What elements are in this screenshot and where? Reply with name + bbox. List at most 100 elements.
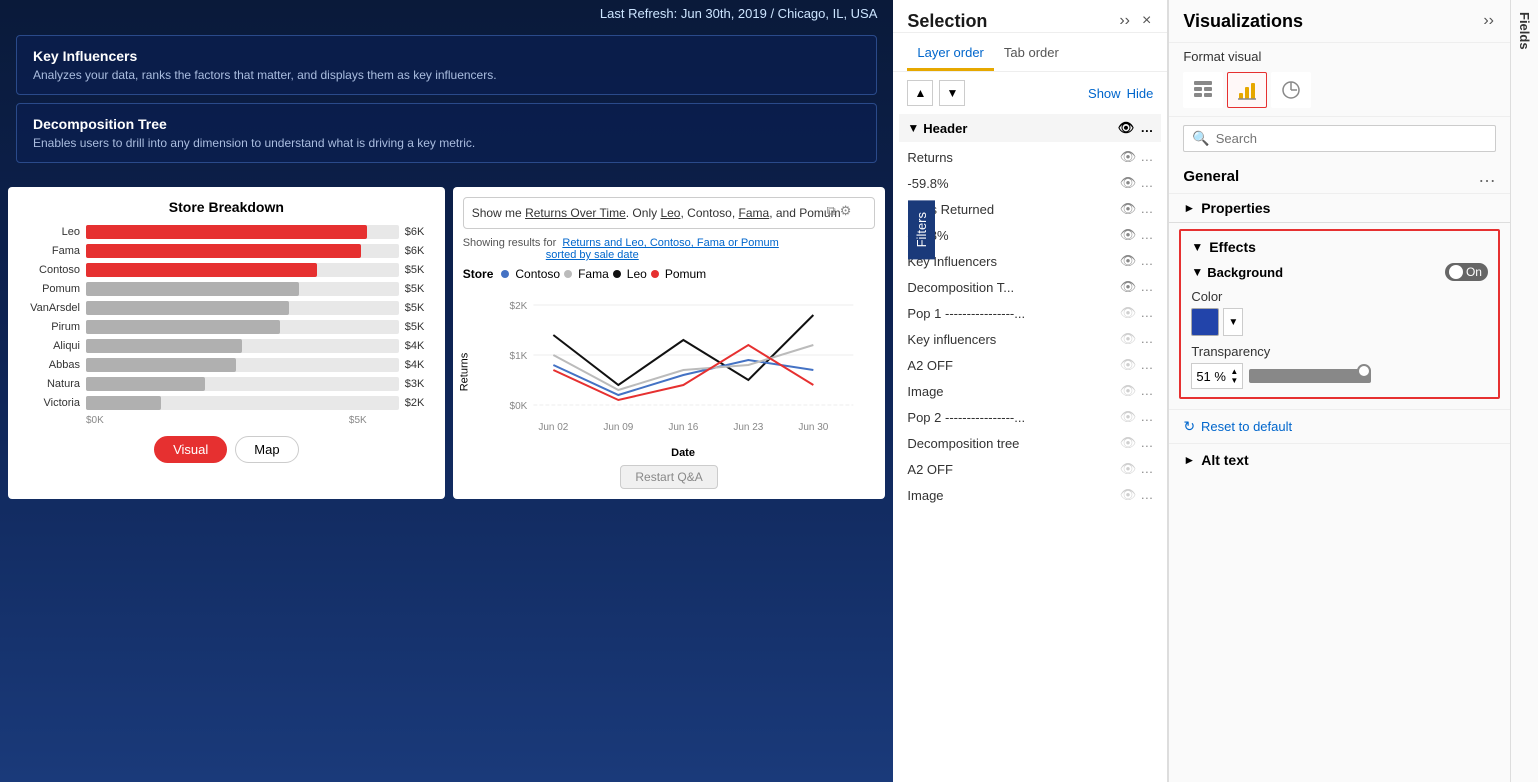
- layer-item[interactable]: Image 👁 …: [899, 378, 1161, 404]
- layer-eye-icon[interactable]: 👁: [1120, 487, 1137, 503]
- reset-to-default-button[interactable]: ↻ Reset to default: [1169, 409, 1510, 443]
- key-influencers-card[interactable]: Key Influencers Analyzes your data, rank…: [16, 35, 877, 95]
- properties-header[interactable]: ► Properties: [1183, 200, 1496, 216]
- qa-copy-icon[interactable]: ⧉: [826, 203, 835, 219]
- viz-icon-table[interactable]: [1183, 72, 1223, 108]
- viz-header: Visualizations ››: [1169, 0, 1510, 43]
- layer-more-icon[interactable]: …: [1140, 201, 1153, 217]
- header-eye-icon[interactable]: 👁: [1118, 120, 1135, 136]
- layer-item[interactable]: Key Influencers 👁 …: [899, 248, 1161, 274]
- layer-item[interactable]: Units Returned 👁 …: [899, 196, 1161, 222]
- legend-row: Store Contoso Fama Leo Pomum: [463, 267, 876, 281]
- tab-order-tab[interactable]: Tab order: [994, 37, 1069, 71]
- layer-eye-icon[interactable]: 👁: [1120, 149, 1137, 165]
- layer-eye-icon[interactable]: 👁: [1120, 227, 1137, 243]
- layer-icons: 👁 …: [1120, 435, 1154, 451]
- layer-item[interactable]: A2 OFF 👁 …: [899, 456, 1161, 482]
- bar-fill: [86, 320, 280, 334]
- qa-showing-link1[interactable]: Returns and Leo, Contoso, Fama or Pomum: [562, 237, 778, 249]
- bar-label: Abbas: [20, 359, 80, 371]
- layer-icons: 👁 …: [1120, 461, 1154, 477]
- qa-showing-link2[interactable]: sorted by sale date: [546, 249, 639, 261]
- layer-more-icon[interactable]: …: [1140, 253, 1153, 269]
- move-down-button[interactable]: ▼: [939, 80, 965, 106]
- layer-more-icon[interactable]: …: [1140, 279, 1153, 295]
- layer-item[interactable]: Pop 2 ----------------... 👁 …: [899, 404, 1161, 430]
- layer-order-tab[interactable]: Layer order: [907, 37, 993, 71]
- hide-button[interactable]: Hide: [1127, 86, 1154, 101]
- viz-panel: Visualizations ›› Format visual: [1168, 0, 1510, 782]
- layer-item[interactable]: Decomposition T... 👁 …: [899, 274, 1161, 300]
- layer-eye-icon[interactable]: 👁: [1120, 357, 1137, 373]
- layer-more-icon[interactable]: …: [1140, 409, 1153, 425]
- layer-eye-icon[interactable]: 👁: [1120, 409, 1137, 425]
- bar-label: VanArsdel: [20, 302, 80, 314]
- layer-item[interactable]: -59.8% 👁 …: [899, 222, 1161, 248]
- layer-item[interactable]: Decomposition tree 👁 …: [899, 430, 1161, 456]
- layer-item[interactable]: Key influencers 👁 …: [899, 326, 1161, 352]
- layer-more-icon[interactable]: …: [1140, 305, 1153, 321]
- search-input[interactable]: [1216, 131, 1487, 146]
- alt-text-header[interactable]: ► Alt text: [1183, 452, 1496, 468]
- layer-icons: 👁 …: [1120, 175, 1154, 191]
- color-swatch[interactable]: [1191, 308, 1219, 336]
- header-more-icon[interactable]: …: [1140, 120, 1153, 136]
- layer-more-icon[interactable]: …: [1140, 357, 1153, 373]
- layer-eye-icon[interactable]: 👁: [1120, 331, 1137, 347]
- viz-icon-format[interactable]: [1227, 72, 1267, 108]
- decomposition-tree-card[interactable]: Decomposition Tree Enables users to dril…: [16, 103, 877, 163]
- background-toggle[interactable]: On: [1445, 263, 1488, 281]
- fields-tab[interactable]: Fields: [1510, 0, 1538, 782]
- layer-eye-icon[interactable]: 👁: [1120, 435, 1137, 451]
- move-up-button[interactable]: ▲: [907, 80, 933, 106]
- layer-more-icon[interactable]: …: [1140, 227, 1153, 243]
- reset-icon: ↻: [1183, 418, 1195, 435]
- viz-icon-analytics[interactable]: [1271, 72, 1311, 108]
- color-dropdown-button[interactable]: ▼: [1223, 308, 1243, 336]
- legend-contoso: Contoso: [515, 267, 560, 281]
- layer-more-icon[interactable]: …: [1140, 175, 1153, 191]
- qa-prompt-fama: Fama: [739, 206, 770, 220]
- layer-eye-icon[interactable]: 👁: [1120, 175, 1137, 191]
- viz-expand-button[interactable]: ››: [1481, 10, 1496, 32]
- layer-item[interactable]: Returns 👁 …: [899, 144, 1161, 170]
- layer-more-icon[interactable]: …: [1140, 487, 1153, 503]
- layer-more-icon[interactable]: …: [1140, 383, 1153, 399]
- layer-icons: 👁 …: [1120, 279, 1154, 295]
- selection-panel: Selection ›› × Layer order Tab order ▲ ▼…: [893, 0, 1168, 782]
- layer-item[interactable]: Image 👁 …: [899, 482, 1161, 508]
- layer-eye-icon[interactable]: 👁: [1120, 383, 1137, 399]
- slider-thumb[interactable]: [1357, 364, 1371, 378]
- filters-tab[interactable]: Filters: [908, 200, 935, 259]
- header-section-label: Header: [923, 121, 967, 136]
- layer-eye-icon[interactable]: 👁: [1120, 253, 1137, 269]
- color-picker: ▼: [1191, 308, 1488, 336]
- selection-close-button[interactable]: ×: [1140, 10, 1153, 32]
- layer-eye-icon[interactable]: 👁: [1120, 201, 1137, 217]
- layer-item[interactable]: A2 OFF 👁 …: [899, 352, 1161, 378]
- layer-more-icon[interactable]: …: [1140, 331, 1153, 347]
- layer-item[interactable]: -59.8% 👁 …: [899, 170, 1161, 196]
- transparency-spinners[interactable]: ▲▼: [1230, 367, 1238, 385]
- layer-eye-icon[interactable]: 👁: [1120, 305, 1137, 321]
- selection-collapse-button[interactable]: ››: [1117, 10, 1132, 32]
- layer-icons: 👁 …: [1120, 227, 1154, 243]
- layer-more-icon[interactable]: …: [1140, 149, 1153, 165]
- layer-item[interactable]: Pop 1 ----------------... 👁 …: [899, 300, 1161, 326]
- layer-eye-icon[interactable]: 👁: [1120, 279, 1137, 295]
- layer-more-icon[interactable]: …: [1140, 461, 1153, 477]
- bar-label: Aliqui: [20, 340, 80, 352]
- legend-pomum-dot: [651, 270, 659, 278]
- layer-more-icon[interactable]: …: [1140, 435, 1153, 451]
- show-button[interactable]: Show: [1088, 86, 1121, 101]
- layer-name: Image: [907, 384, 1119, 399]
- bar-fill: [86, 282, 299, 296]
- layer-eye-icon[interactable]: 👁: [1120, 461, 1137, 477]
- visual-tab[interactable]: Visual: [154, 436, 227, 463]
- transparency-slider-track[interactable]: [1249, 369, 1488, 383]
- restart-qa-button[interactable]: Restart Q&A: [620, 465, 717, 489]
- transparency-input[interactable]: 51 % ▲▼: [1191, 363, 1243, 389]
- qa-settings-icon[interactable]: ⚙: [840, 203, 852, 219]
- general-more-button[interactable]: …: [1478, 166, 1496, 187]
- map-tab[interactable]: Map: [235, 436, 298, 463]
